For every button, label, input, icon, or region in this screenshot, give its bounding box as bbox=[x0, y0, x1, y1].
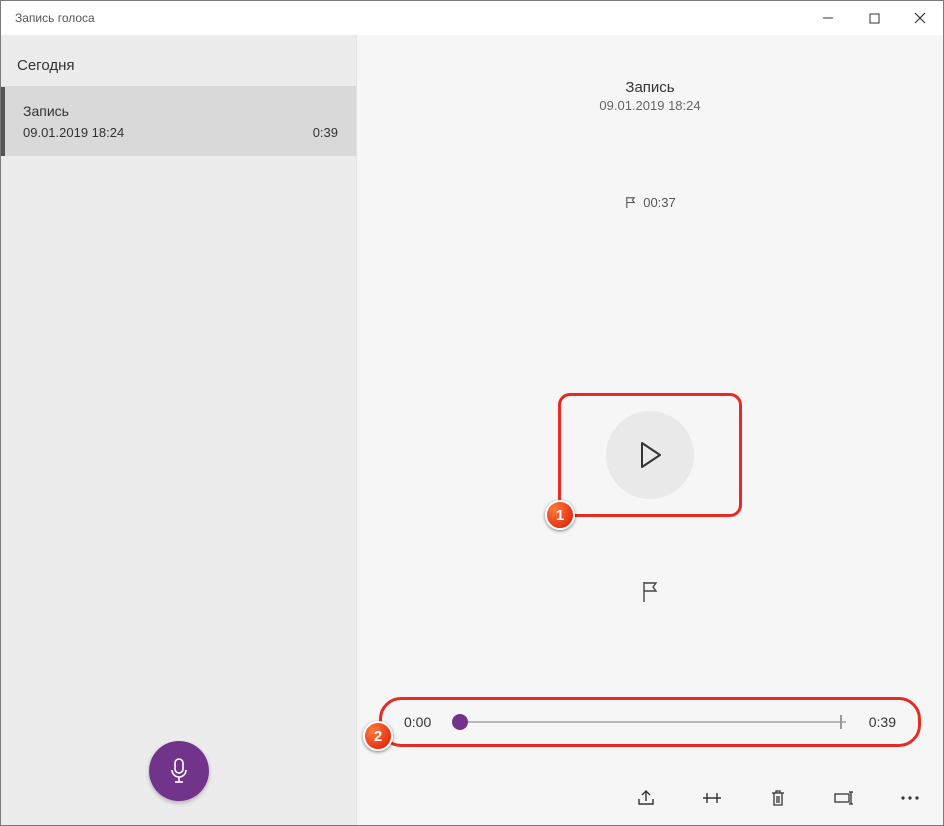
play-button[interactable] bbox=[606, 411, 694, 499]
share-icon bbox=[636, 789, 656, 807]
play-area: 1 bbox=[558, 393, 742, 603]
close-icon bbox=[914, 12, 926, 24]
more-button[interactable] bbox=[899, 787, 921, 809]
detail-datetime: 09.01.2019 18:24 bbox=[357, 98, 943, 113]
play-icon bbox=[637, 440, 663, 470]
detail-title: Запись bbox=[357, 79, 943, 96]
trim-icon bbox=[701, 790, 723, 806]
recording-duration: 0:39 bbox=[313, 125, 338, 140]
minimize-button[interactable] bbox=[805, 1, 851, 35]
app-window: Запись голоса Сегодня Запись 09.01.2019 … bbox=[0, 0, 944, 826]
annotation-highlight-timeline: 0:00 0:39 bbox=[379, 697, 921, 747]
timeline-area: 0:00 0:39 2 bbox=[379, 697, 921, 747]
flag-icon bbox=[624, 196, 637, 209]
rename-icon bbox=[833, 790, 855, 806]
playback-total-time: 0:39 bbox=[862, 714, 896, 730]
minimize-icon bbox=[822, 12, 834, 24]
recording-name: Запись bbox=[23, 103, 338, 119]
detail-pane: Запись 09.01.2019 18:24 00:37 1 bbox=[357, 35, 943, 825]
flag-icon bbox=[640, 581, 660, 603]
bottom-toolbar bbox=[635, 787, 921, 809]
marker-time: 00:37 bbox=[643, 195, 676, 210]
recording-datetime: 09.01.2019 18:24 bbox=[23, 125, 124, 140]
annotation-highlight-play: 1 bbox=[558, 393, 742, 517]
section-header-today: Сегодня bbox=[1, 35, 356, 87]
marker-row[interactable]: 00:37 bbox=[357, 195, 943, 210]
close-button[interactable] bbox=[897, 1, 943, 35]
maximize-button[interactable] bbox=[851, 1, 897, 35]
rename-button[interactable] bbox=[833, 787, 855, 809]
maximize-icon bbox=[869, 13, 880, 24]
slider-end-tick bbox=[840, 715, 842, 729]
delete-button[interactable] bbox=[767, 787, 789, 809]
callout-marker-2: 2 bbox=[363, 721, 393, 751]
playback-slider[interactable] bbox=[454, 710, 846, 734]
share-button[interactable] bbox=[635, 787, 657, 809]
slider-thumb[interactable] bbox=[452, 714, 468, 730]
record-button[interactable] bbox=[149, 741, 209, 801]
recording-list-item[interactable]: Запись 09.01.2019 18:24 0:39 bbox=[1, 87, 356, 156]
slider-track bbox=[454, 721, 846, 723]
titlebar: Запись голоса bbox=[1, 1, 943, 35]
more-icon bbox=[900, 795, 920, 801]
detail-header: Запись 09.01.2019 18:24 bbox=[357, 35, 943, 113]
app-title: Запись голоса bbox=[1, 11, 95, 25]
recordings-sidebar: Сегодня Запись 09.01.2019 18:24 0:39 bbox=[1, 35, 357, 825]
trash-icon bbox=[770, 788, 786, 808]
callout-marker-1: 1 bbox=[545, 500, 575, 530]
window-controls bbox=[805, 1, 943, 35]
microphone-icon bbox=[168, 757, 190, 785]
app-body: Сегодня Запись 09.01.2019 18:24 0:39 bbox=[1, 35, 943, 825]
trim-button[interactable] bbox=[701, 787, 723, 809]
add-marker-button[interactable] bbox=[640, 581, 660, 603]
playback-current-time: 0:00 bbox=[404, 714, 438, 730]
